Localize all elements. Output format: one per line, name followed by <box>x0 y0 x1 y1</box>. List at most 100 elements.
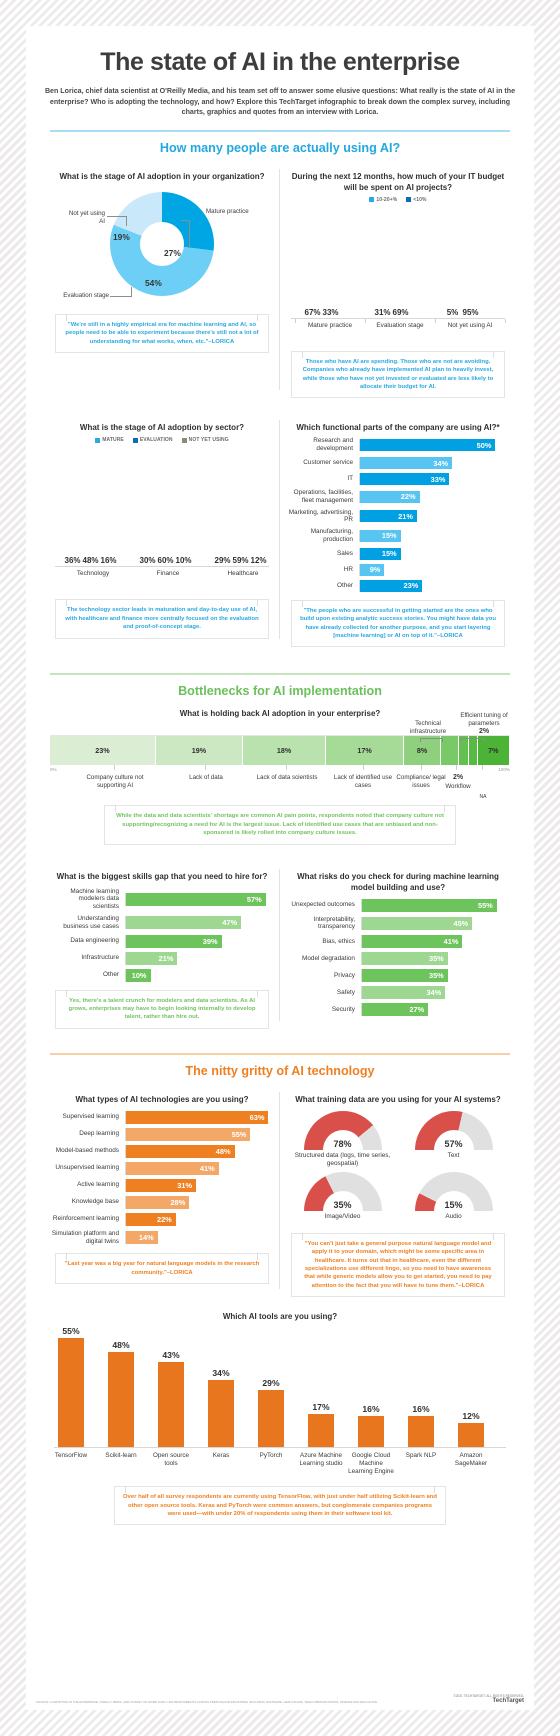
bar: 15% <box>360 547 401 560</box>
bar-row: Understanding business use cases 47% <box>51 915 273 931</box>
bar-row: Knowledge base 28% <box>51 1195 273 1209</box>
bar-value: 16% <box>362 1403 380 1414</box>
bar-value: 30% <box>139 556 156 566</box>
bar: 27% <box>362 1003 429 1017</box>
bar-track: 27% <box>361 1003 509 1017</box>
bar: 57% <box>126 892 266 906</box>
callout-efficient-tuning-value: 2% <box>478 728 490 736</box>
axis-end: 100% <box>498 767 510 773</box>
bar: 21% <box>360 510 417 523</box>
bar-row: Safety 34% <box>287 986 509 1000</box>
bar-track: 41% <box>125 1161 273 1175</box>
stacked-segment: 7% <box>477 736 510 766</box>
gauge-group-training-data: 78% Structured data (logs, time series, g… <box>287 1110 509 1225</box>
legend-item: 10-20+% <box>369 197 397 203</box>
bar-row: Research and development 50% <box>287 437 509 453</box>
bar-track: 21% <box>359 510 509 523</box>
axis-start: 0% <box>50 767 57 773</box>
gauge: 15% <box>414 1171 493 1211</box>
bar-row: Interpretability, transparency 45% <box>287 916 509 932</box>
quote-tools-insight: Over half of all survey respondents are … <box>114 1486 446 1526</box>
bar-track: 57% <box>125 892 273 906</box>
bar-track: 15% <box>359 529 509 542</box>
bar-track: 35% <box>361 952 509 966</box>
stacked-segment: 23% <box>50 736 156 766</box>
bar: 34% <box>360 457 453 469</box>
legend-label: EVALUATION <box>139 437 173 444</box>
axis-labels-tools: TensorFlow Scikit-learn Open source tools K… <box>54 1448 506 1482</box>
bar-label: Other <box>337 581 353 589</box>
bar: 15% <box>360 529 401 542</box>
page-subtitle: Ben Lorica, chief data scientist at O'Re… <box>44 87 516 117</box>
quote-budget-insight: Those who have AI are spending. Those wh… <box>291 350 505 399</box>
bar-track: 22% <box>125 1212 273 1226</box>
bar-label: Unexpected outcomes <box>291 901 355 909</box>
quote-text: "The people who are successful in gettin… <box>300 607 496 639</box>
legend-budget: 10-20+% <10% <box>287 197 509 203</box>
bar-track: 55% <box>125 1127 273 1141</box>
bar: 22% <box>360 490 420 503</box>
quote-text: While the data and data scientists' shor… <box>116 813 444 837</box>
bar-row: HR 9% <box>287 563 509 576</box>
gauge: 35% <box>303 1171 382 1211</box>
bar: 39% <box>126 934 222 948</box>
bar: 55% <box>362 898 497 912</box>
gauge-cell: 57% Text <box>398 1110 509 1168</box>
bar: 43% <box>158 1350 184 1448</box>
chart-title-holding-back: What is holding back AI adoption in your… <box>179 709 381 719</box>
axis-label: Lack of data <box>189 774 223 782</box>
bar-row: Unexpected outcomes 55% <box>287 898 509 912</box>
footer-copyright: ©2021 TECHTARGET. ALL RIGHTS RESERVED. T… <box>453 1694 524 1704</box>
bar: 21% <box>126 951 178 965</box>
quote-empirical-era: "We're still in a highly empirical era f… <box>55 313 269 353</box>
bar-label: Unsupervised learning <box>55 1164 119 1172</box>
bar-label: Operations, facilities, fleet management <box>293 489 353 504</box>
bar-row: Marketing, advertising, PR 21% <box>287 509 509 525</box>
bar-row: Model-based methods 48% <box>51 1144 273 1158</box>
chart-title-training: What training data are you using for you… <box>295 1094 501 1104</box>
bar-row: Security 27% <box>287 1003 509 1017</box>
bar-row: Deep learning 55% <box>51 1127 273 1141</box>
axis-label: Evaluation stage <box>376 321 424 329</box>
stacked-segment <box>440 736 460 766</box>
bar-label: Supervised learning <box>62 1113 120 1121</box>
row-sector: What is the stage of AI adoption by sect… <box>44 412 516 648</box>
bar: 12% <box>458 1411 484 1448</box>
axis-label: Google Cloud Machine Learning Engine <box>348 1452 394 1476</box>
bar-row: Data engineering 39% <box>51 934 273 948</box>
axis-label-workflow: Workflow <box>445 783 471 791</box>
legend-item: <10% <box>406 197 426 203</box>
bar-chart-tools: 55% 48% 43% 34% 29% 17% 16% 16% 12% <box>54 1326 506 1449</box>
stacked-segment <box>468 736 478 766</box>
gauge-label: Text <box>447 1151 460 1159</box>
section-rule-using <box>50 129 510 132</box>
bar-track: 48% <box>125 1144 273 1158</box>
bar-value: 36% <box>64 556 81 566</box>
bar-value: 59% <box>232 556 249 566</box>
axis-label: Lack of identified use cases <box>333 774 393 790</box>
quote-text: "You can't just take a general purpose n… <box>304 1240 492 1289</box>
panel-risks: What risks do you check for during machi… <box>280 861 516 1029</box>
bar: 47% <box>126 916 242 930</box>
bar: 35% <box>362 952 448 966</box>
bar-label: Marketing, advertising, PR <box>288 508 353 524</box>
stacked-segment: 8% <box>404 736 441 766</box>
bar-track: 45% <box>361 916 509 930</box>
bar-label: Model-based methods <box>55 1147 119 1155</box>
bar-row: Simulation platform and digital twins 14% <box>51 1230 273 1246</box>
bar: 29% <box>258 1378 284 1448</box>
bar-value: 16% <box>412 1403 430 1414</box>
bar-track: 34% <box>361 986 509 1000</box>
gauge-cell: 15% Audio <box>398 1171 509 1221</box>
bar-chart-skills: Machine learning modelers data scientist… <box>51 888 273 982</box>
bar-value: 33% <box>322 307 339 317</box>
page-title: The state of AI in the enterprise <box>100 48 460 76</box>
bar-row: Other 23% <box>287 579 509 592</box>
section-title-nitty: The nitty gritty of AI technology <box>185 1063 375 1078</box>
bar-label: Bias, ethics <box>322 937 355 945</box>
bar: 33% <box>360 473 450 485</box>
chart-title-tools: Which AI tools are you using? <box>222 1312 338 1322</box>
bar-row: Active learning 31% <box>51 1178 273 1192</box>
axis-label-na: NA <box>479 794 487 801</box>
gauge-label: Image/Video <box>324 1212 361 1220</box>
